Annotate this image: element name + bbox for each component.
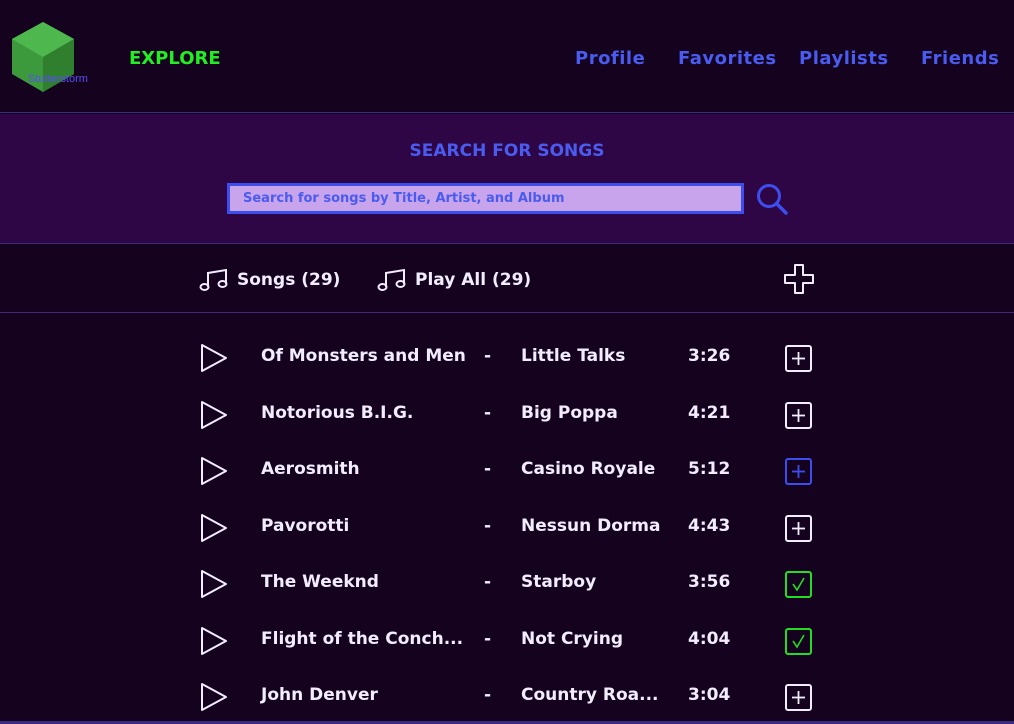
song-artist: Aerosmith (261, 459, 360, 479)
play-icon (201, 344, 227, 372)
song-duration: 4:21 (688, 403, 731, 423)
song-row[interactable]: John Denver - Country Roa... 3:04 (0, 668, 1014, 724)
add-to-playlist-button[interactable] (785, 458, 812, 485)
nav-favorites[interactable]: Favorites (678, 48, 777, 69)
plus-box-icon (785, 684, 812, 711)
search-title: SEARCH FOR SONGS (409, 141, 605, 161)
play-button[interactable] (199, 626, 229, 656)
song-title: Big Poppa (521, 403, 618, 423)
songs-count-button[interactable]: Songs (29) (199, 265, 340, 295)
added-to-playlist-toggle[interactable] (785, 628, 812, 655)
check-icon (785, 628, 812, 655)
brand-logo[interactable]: Stutterstorm (12, 22, 88, 92)
separator-dash: - (484, 403, 492, 423)
play-button[interactable] (199, 343, 229, 373)
music-note-icon (199, 268, 228, 291)
play-button[interactable] (199, 682, 229, 712)
search-icon (757, 184, 788, 215)
song-duration: 3:26 (688, 346, 731, 366)
song-artist: John Denver (261, 685, 378, 705)
song-toolbar: Songs (29) Play All (29) (0, 245, 1014, 313)
song-duration: 3:56 (688, 572, 731, 592)
song-artist: Of Monsters and Men (261, 346, 466, 366)
song-duration: 4:43 (688, 516, 731, 536)
song-title: Little Talks (521, 346, 626, 366)
song-title: Starboy (521, 572, 597, 592)
play-all-button[interactable]: Play All (29) (377, 265, 531, 295)
play-icon (201, 683, 227, 711)
add-to-playlist-button[interactable] (785, 515, 812, 542)
add-all-button[interactable] (784, 264, 814, 294)
search-panel: SEARCH FOR SONGS (0, 114, 1014, 244)
plus-box-icon (785, 345, 812, 372)
separator-dash: - (484, 685, 492, 705)
song-row[interactable]: Flight of the Conch... - Not Crying 4:04 (0, 612, 1014, 668)
nav-playlists[interactable]: Playlists (799, 48, 889, 69)
play-button[interactable] (199, 456, 229, 486)
plus-box-icon (785, 402, 812, 429)
song-row[interactable]: Aerosmith - Casino Royale 5:12 (0, 442, 1014, 498)
song-title: Not Crying (521, 629, 623, 649)
plus-icon (784, 264, 814, 294)
song-title: Country Roa... (521, 685, 659, 705)
play-icon (201, 627, 227, 655)
brand-name: Stutterstorm (28, 73, 88, 85)
play-icon (201, 570, 227, 598)
nav-friends[interactable]: Friends (921, 48, 999, 69)
song-artist: Flight of the Conch... (261, 629, 464, 649)
songs-count-label: Songs (29) (237, 270, 341, 290)
song-artist: Pavorotti (261, 516, 350, 536)
song-duration: 4:04 (688, 629, 731, 649)
separator-dash: - (484, 459, 492, 479)
song-duration: 5:12 (688, 459, 731, 479)
song-title: Casino Royale (521, 459, 656, 479)
song-row[interactable]: Pavorotti - Nessun Dorma 4:43 (0, 499, 1014, 555)
separator-dash: - (484, 629, 492, 649)
play-button[interactable] (199, 513, 229, 543)
separator-dash: - (484, 516, 492, 536)
song-artist: The Weeknd (261, 572, 379, 592)
song-row[interactable]: The Weeknd - Starboy 3:56 (0, 555, 1014, 611)
add-to-playlist-button[interactable] (785, 402, 812, 429)
play-icon (201, 457, 227, 485)
add-to-playlist-button[interactable] (785, 345, 812, 372)
search-button[interactable] (754, 181, 790, 217)
play-all-label: Play All (29) (415, 270, 532, 290)
song-row[interactable]: Of Monsters and Men - Little Talks 3:26 (0, 329, 1014, 385)
plus-box-icon (785, 515, 812, 542)
separator-dash: - (484, 346, 492, 366)
nav-profile[interactable]: Profile (575, 48, 645, 69)
play-icon (201, 401, 227, 429)
add-to-playlist-button[interactable] (785, 684, 812, 711)
song-row[interactable]: Notorious B.I.G. - Big Poppa 4:21 (0, 386, 1014, 442)
added-to-playlist-toggle[interactable] (785, 571, 812, 598)
play-button[interactable] (199, 569, 229, 599)
play-icon (201, 514, 227, 542)
separator-dash: - (484, 572, 492, 592)
song-duration: 3:04 (688, 685, 731, 705)
nav-explore[interactable]: EXPLORE (129, 48, 221, 69)
check-icon (785, 571, 812, 598)
plus-box-icon (785, 458, 812, 485)
song-artist: Notorious B.I.G. (261, 403, 414, 423)
search-input[interactable] (227, 183, 744, 214)
song-title: Nessun Dorma (521, 516, 661, 536)
music-note-icon (377, 268, 406, 291)
top-header: Stutterstorm EXPLORE Profile Favorites P… (0, 0, 1014, 113)
play-button[interactable] (199, 400, 229, 430)
